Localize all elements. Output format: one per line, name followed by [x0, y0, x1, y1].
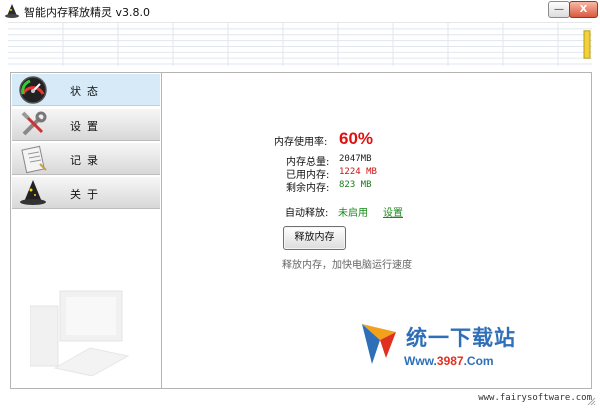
download-site-brand-name: 统一下载站 [406, 326, 516, 350]
sidebar-item-status[interactable]: 状态 [12, 74, 160, 106]
memory-free-label: 剩余内存: [286, 183, 330, 194]
release-hint-text: 释放内存，加快电脑运行速度 [282, 260, 412, 271]
sidebar-item-label: 记录 [70, 154, 104, 167]
download-site-url: Www.3987.Com [404, 354, 494, 368]
memory-usage-value: 60% [339, 129, 374, 148]
download-site-url-suffix: .Com [463, 354, 494, 368]
memory-used-value: 1224 MB [339, 167, 377, 177]
release-memory-button[interactable]: 释放内存 [283, 226, 346, 250]
download-site-url-prefix: Www. [404, 354, 437, 368]
status-bar: www.fairysoftware.com [0, 390, 600, 409]
minimize-button[interactable]: — [548, 1, 570, 18]
memory-usage-graph [8, 22, 592, 66]
wrench-screwdriver-icon [21, 111, 47, 136]
title-bar: 智能内存释放精灵 v3.8.0 — X [0, 0, 600, 22]
sidebar-item-about[interactable]: 关于 [12, 177, 160, 209]
wizard-hat-icon [20, 180, 46, 205]
sidebar-item-settings[interactable]: 设置 [12, 109, 160, 141]
auto-release-status: 未启用 [338, 208, 368, 219]
download-site-url-number: 3987 [436, 354, 464, 368]
memory-free-value: 823 MB [339, 180, 372, 190]
resize-grip-icon[interactable] [586, 396, 596, 406]
memory-total-value: 2047MB [339, 154, 372, 164]
close-button[interactable]: X [569, 1, 598, 18]
sidebar-item-label: 关于 [70, 188, 104, 201]
website-link[interactable]: www.fairysoftware.com [478, 393, 592, 403]
notepad-icon [21, 145, 47, 174]
window-title: 智能内存释放精灵 v3.8.0 [24, 6, 150, 19]
sidebar-item-label: 状态 [70, 85, 104, 98]
auto-release-label: 自动释放: [285, 208, 329, 219]
download-site-logo-icon [362, 324, 396, 364]
speedometer-gauge-icon [19, 76, 47, 104]
memory-usage-label: 内存使用率: [274, 137, 328, 148]
sidebar-item-records[interactable]: 记录 [12, 143, 160, 175]
computer-watermark-icon [30, 290, 130, 376]
auto-release-settings-link[interactable]: 设置 [383, 204, 403, 219]
wizard-hat-icon [5, 4, 19, 18]
sidebar-item-label: 设置 [70, 120, 104, 133]
